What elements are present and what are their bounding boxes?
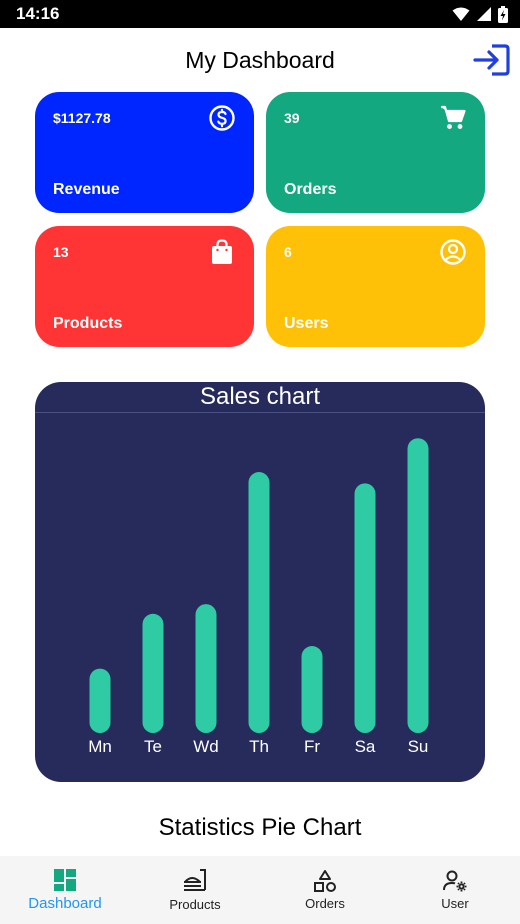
logout-icon — [473, 44, 510, 76]
x-tick-label: Th — [249, 737, 269, 756]
sales-chart: Sales chart Mn Te Wd Th Fr Sa Su — [35, 382, 485, 782]
bar-su — [407, 438, 429, 733]
nav-dashboard[interactable]: Dashboard — [0, 856, 130, 924]
nav-products-label: Products — [169, 897, 221, 912]
bar-wd — [195, 604, 217, 733]
x-tick-label: Fr — [304, 737, 320, 756]
bottom-navigation: Dashboard Products Orders User — [0, 856, 520, 924]
orders-icon — [314, 870, 336, 892]
orders-value: 39 — [284, 110, 300, 126]
battery-icon — [498, 5, 508, 23]
users-card[interactable]: 6 Users — [266, 226, 485, 347]
chart-title: Sales chart — [35, 382, 485, 413]
nav-products[interactable]: Products — [130, 856, 260, 924]
revenue-value: $1127.78 — [53, 110, 111, 126]
bar-th — [248, 472, 270, 733]
nav-orders-label: Orders — [305, 896, 345, 911]
shopping-cart-icon — [441, 105, 466, 129]
user-settings-icon — [443, 870, 467, 892]
page-title: My Dashboard — [185, 46, 335, 73]
revenue-card[interactable]: $1127.78 Revenue — [35, 92, 254, 213]
dollar-circle-icon — [209, 105, 235, 131]
products-icon — [184, 869, 206, 891]
status-time: 14:16 — [16, 4, 60, 23]
products-value: 13 — [53, 244, 69, 260]
orders-card[interactable]: 39 Orders — [266, 92, 485, 213]
orders-label: Orders — [284, 181, 337, 198]
x-tick-label: Mn — [88, 737, 112, 756]
x-tick-label: Te — [144, 737, 162, 756]
bar-mn — [89, 668, 111, 733]
nav-user-label: User — [441, 896, 469, 911]
x-tick-label: Su — [408, 737, 429, 756]
x-tick-label: Sa — [355, 737, 376, 756]
dashboard-icon — [54, 869, 76, 891]
bar-te — [142, 613, 164, 733]
nav-dashboard-label: Dashboard — [28, 895, 102, 912]
bar-sa — [354, 483, 376, 733]
products-label: Products — [53, 315, 123, 332]
app-bar: My Dashboard — [0, 28, 520, 92]
sales-bar-chart: Mn Te Wd Th Fr Sa Su — [88, 438, 429, 756]
bar-fr — [301, 646, 323, 733]
logout-button[interactable] — [472, 42, 512, 78]
nav-orders[interactable]: Orders — [260, 856, 390, 924]
signal-icon — [477, 7, 491, 21]
users-value: 6 — [284, 244, 292, 260]
shopping-bag-icon — [212, 239, 232, 264]
user-circle-icon — [440, 239, 466, 265]
nav-user[interactable]: User — [390, 856, 520, 924]
revenue-label: Revenue — [53, 181, 120, 198]
status-icons — [452, 5, 508, 23]
users-label: Users — [284, 315, 329, 332]
status-bar: 14:16 — [0, 0, 520, 28]
wifi-icon — [452, 7, 470, 21]
pie-chart-title: Statistics Pie Chart — [158, 814, 362, 841]
x-tick-label: Wd — [193, 737, 219, 756]
products-card[interactable]: 13 Products — [35, 226, 254, 347]
